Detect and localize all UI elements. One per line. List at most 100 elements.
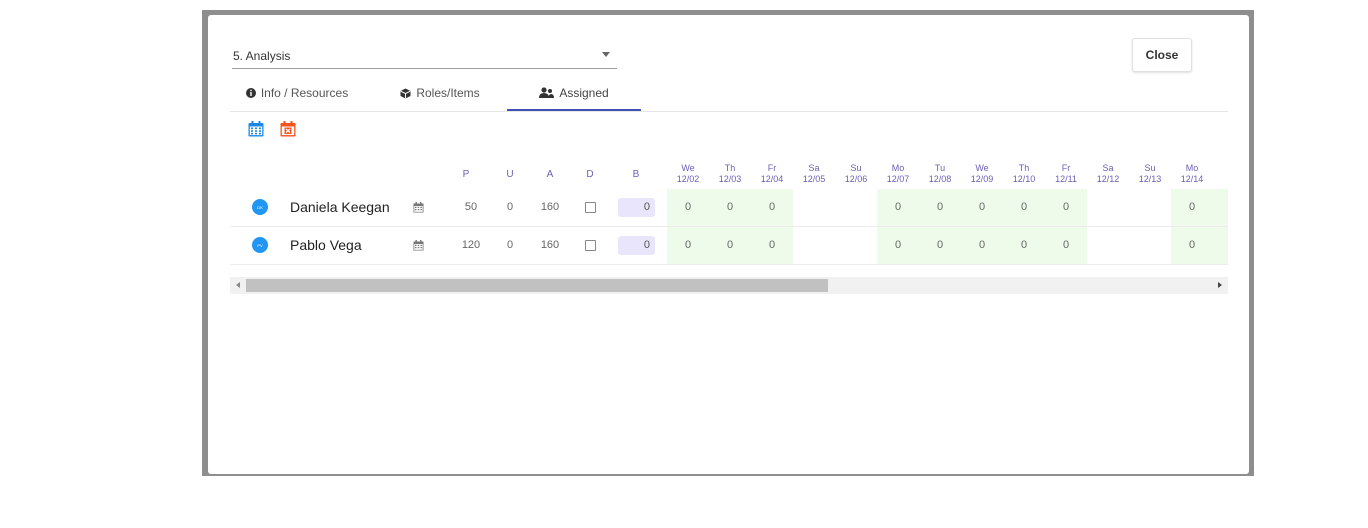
tab-bar: Info / Resources Roles/Items Assigned	[230, 76, 1228, 112]
scroll-left-icon[interactable]	[236, 282, 240, 288]
day-of-week: T	[1213, 163, 1228, 174]
day-date: 12/11	[1055, 174, 1077, 184]
day-of-week: Th	[1018, 163, 1030, 173]
planned-value: 120	[461, 239, 481, 251]
b-input[interactable]: 0	[618, 236, 655, 255]
tab-label: Assigned	[559, 85, 609, 100]
day-of-week: Mo	[891, 163, 905, 173]
day-column-header: Mo 12/07	[877, 163, 919, 185]
calendar-icon[interactable]	[413, 202, 424, 213]
planned-value: 50	[464, 201, 478, 213]
table-row[interactable]: DK Daniela Keegan 50 0 160 0 000000000	[230, 189, 1228, 227]
avatar: PV	[252, 237, 268, 253]
calendar-icon[interactable]	[413, 240, 424, 251]
day-of-week: We	[975, 163, 989, 173]
day-hours-cell[interactable]: 0	[751, 239, 793, 251]
column-header-d: D	[586, 169, 594, 180]
day-of-week: Sa	[808, 163, 820, 173]
scroll-right-icon[interactable]	[1218, 282, 1222, 288]
day-date: 12/03	[718, 174, 742, 184]
day-column-header: Th 12/03	[709, 163, 751, 185]
d-checkbox[interactable]	[585, 202, 596, 213]
day-hours-cell[interactable]: 0	[877, 201, 919, 213]
day-column-header: Fr 12/11	[1045, 163, 1087, 185]
day-date: 12/12	[1096, 174, 1120, 184]
day-date: 12/09	[970, 174, 994, 184]
box-icon	[400, 88, 411, 98]
calendar-icon[interactable]	[248, 121, 264, 137]
day-hours-cell[interactable]: 0	[1003, 239, 1045, 251]
day-hours-cell[interactable]: 0	[1171, 239, 1213, 251]
day-of-week: Su	[850, 163, 862, 173]
day-hours-cell[interactable]: 0	[709, 239, 751, 251]
day-column-header: We 12/02	[667, 163, 709, 185]
tab-assigned[interactable]: Assigned	[507, 76, 641, 111]
tab-label: Info / Resources	[260, 86, 349, 100]
close-button[interactable]: Close	[1132, 38, 1192, 72]
resource-name: Pablo Vega	[290, 237, 362, 253]
table-row[interactable]: PV Pablo Vega 120 0 160 0 000000000	[230, 227, 1228, 265]
day-column-header: Su 12/06	[835, 163, 877, 185]
day-of-week: We	[681, 163, 695, 173]
day-hours-cell[interactable]: 0	[1171, 201, 1213, 213]
day-date: 12/08	[928, 174, 952, 184]
day-column-header: Fr 12/04	[751, 163, 793, 185]
day-date: 12/14	[1180, 174, 1204, 184]
day-of-week: Sa	[1102, 163, 1114, 173]
day-date: 12	[1213, 174, 1228, 185]
day-hours-cell[interactable]: 0	[751, 201, 793, 213]
day-hours-cell[interactable]: 0	[919, 201, 961, 213]
phase-select[interactable]: 5. Analysis	[232, 42, 617, 69]
day-date: 12/04	[760, 174, 784, 184]
day-column-header: Tu 12/08	[919, 163, 961, 185]
tab-roles-items[interactable]: Roles/Items	[370, 76, 510, 110]
day-hours-cell[interactable]: 0	[1045, 239, 1087, 251]
day-hours-cell[interactable]: 0	[919, 239, 961, 251]
tab-info-resources[interactable]: Info / Resources	[230, 76, 364, 110]
assignment-dialog: 5. Analysis Close Info / Resources Roles…	[208, 15, 1249, 474]
phase-select-value: 5. Analysis	[233, 49, 291, 63]
day-hours-cell[interactable]: 0	[667, 239, 709, 251]
day-hours-cell[interactable]: 0	[961, 239, 1003, 251]
day-hours-cell[interactable]: 0	[961, 201, 1003, 213]
day-of-week: Tu	[934, 163, 946, 173]
tab-label: Roles/Items	[416, 86, 480, 100]
info-circle-icon	[245, 88, 256, 98]
weekday-cell-bg	[1213, 227, 1228, 264]
scrollbar-thumb[interactable]	[246, 279, 828, 292]
available-value: 160	[540, 239, 560, 251]
day-hours-cell[interactable]: 0	[709, 201, 751, 213]
column-header-p: P	[462, 169, 470, 180]
column-header-u: U	[506, 169, 514, 180]
avatar: DK	[252, 199, 268, 215]
calendar-remove-icon[interactable]	[280, 121, 296, 137]
day-of-week: Mo	[1185, 163, 1199, 173]
caret-down-icon	[602, 52, 610, 57]
column-header-b: B	[632, 169, 640, 180]
day-date: 12/10	[1012, 174, 1036, 184]
day-column-header: Th 12/10	[1003, 163, 1045, 185]
day-column-header: T12	[1213, 163, 1228, 185]
weekday-cell-bg	[1213, 189, 1228, 226]
day-hours-cell[interactable]: 0	[667, 201, 709, 213]
day-date: 12/02	[676, 174, 700, 184]
horizontal-scrollbar[interactable]	[230, 277, 1228, 294]
users-icon	[539, 87, 555, 98]
available-value: 160	[540, 201, 560, 213]
day-column-header: Sa 12/05	[793, 163, 835, 185]
day-hours-cell[interactable]: 0	[1003, 201, 1045, 213]
day-of-week: Su	[1144, 163, 1156, 173]
column-header-a: A	[546, 169, 554, 180]
day-date: 12/07	[886, 174, 910, 184]
day-of-week: Fr	[1061, 163, 1071, 173]
day-hours-cell[interactable]: 0	[877, 239, 919, 251]
d-checkbox[interactable]	[585, 240, 596, 251]
day-column-header: Mo 12/14	[1171, 163, 1213, 185]
day-column-header: Sa 12/12	[1087, 163, 1129, 185]
resource-name: Daniela Keegan	[290, 199, 390, 215]
day-date: 12/13	[1138, 174, 1162, 184]
day-hours-cell[interactable]: 0	[1045, 201, 1087, 213]
used-value: 0	[506, 239, 514, 251]
day-column-header: We 12/09	[961, 163, 1003, 185]
b-input[interactable]: 0	[618, 198, 655, 217]
